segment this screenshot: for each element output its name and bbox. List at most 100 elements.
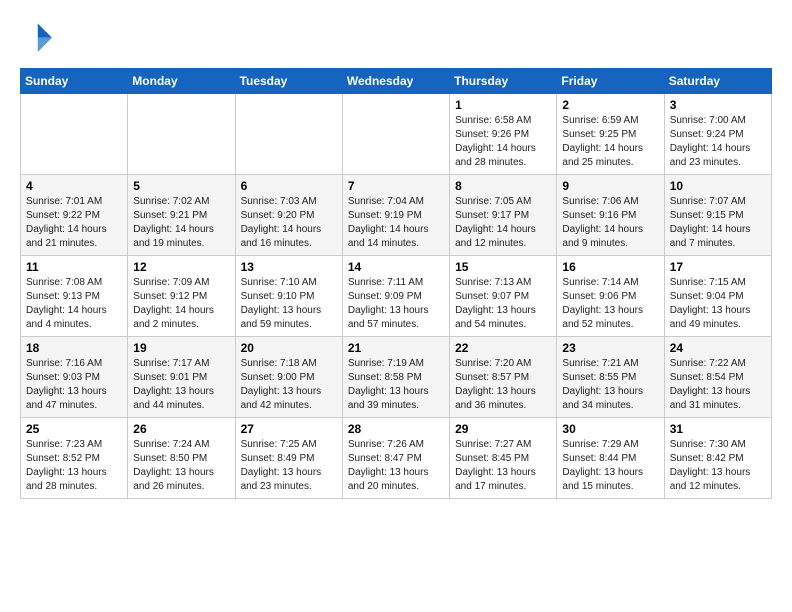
day-number: 29: [455, 422, 551, 436]
week-row-1: 1Sunrise: 6:58 AM Sunset: 9:26 PM Daylig…: [21, 94, 772, 175]
calendar-cell: [21, 94, 128, 175]
day-number: 20: [241, 341, 337, 355]
day-info: Sunrise: 7:10 AM Sunset: 9:10 PM Dayligh…: [241, 276, 337, 332]
day-info: Sunrise: 7:01 AM Sunset: 9:22 PM Dayligh…: [26, 195, 122, 251]
calendar-cell: [128, 94, 235, 175]
calendar-cell: 4Sunrise: 7:01 AM Sunset: 9:22 PM Daylig…: [21, 175, 128, 256]
calendar-cell: 12 Sunrise: 7:09 AM Sunset: 9:12 PM Dayli…: [128, 256, 235, 337]
calendar-body: 1Sunrise: 6:58 AM Sunset: 9:26 PM Daylig…: [21, 94, 772, 499]
page-header: [20, 20, 772, 52]
day-number: 11: [26, 260, 122, 274]
day-number: 7: [348, 179, 444, 193]
calendar-cell: 6Sunrise: 7:03 AM Sunset: 9:20 PM Daylig…: [235, 175, 342, 256]
week-row-5: 25Sunrise: 7:23 AM Sunset: 8:52 PM Dayli…: [21, 418, 772, 499]
calendar-cell: 3Sunrise: 7:00 AM Sunset: 9:24 PM Daylig…: [664, 94, 771, 175]
calendar-cell: 18 Sunrise: 7:16 AM Sunset: 9:03 PM Dayli…: [21, 337, 128, 418]
day-info: Sunrise: 7:27 AM Sunset: 8:45 PM Dayligh…: [455, 438, 551, 494]
day-number: 5: [133, 179, 229, 193]
day-number: 15: [455, 260, 551, 274]
day-info: Sunrise: 7:30 AM Sunset: 8:42 PM Dayligh…: [670, 438, 766, 494]
day-number: 30: [562, 422, 658, 436]
day-info: Sunrise: 7:05 AM Sunset: 9:17 PM Dayligh…: [455, 195, 551, 251]
day-info: Sunrise: 7:16 AM Sunset: 9:03 PM Dayligh…: [26, 357, 122, 413]
calendar-cell: 1Sunrise: 6:58 AM Sunset: 9:26 PM Daylig…: [450, 94, 557, 175]
calendar-cell: 21 Sunrise: 7:19 AM Sunset: 8:58 PM Dayli…: [342, 337, 449, 418]
calendar-header: SundayMondayTuesdayWednesdayThursdayFrid…: [21, 69, 772, 94]
weekday-wednesday: Wednesday: [342, 69, 449, 94]
calendar-cell: 20Sunrise: 7:18 AM Sunset: 9:00 PM Dayli…: [235, 337, 342, 418]
day-info: Sunrise: 7:00 AM Sunset: 9:24 PM Dayligh…: [670, 114, 766, 170]
calendar-cell: 19 Sunrise: 7:17 AM Sunset: 9:01 PM Dayli…: [128, 337, 235, 418]
day-number: 18: [26, 341, 122, 355]
weekday-friday: Friday: [557, 69, 664, 94]
weekday-tuesday: Tuesday: [235, 69, 342, 94]
day-info: Sunrise: 7:06 AM Sunset: 9:16 PM Dayligh…: [562, 195, 658, 251]
day-number: 23: [562, 341, 658, 355]
day-info: Sunrise: 7:21 AM Sunset: 8:55 PM Dayligh…: [562, 357, 658, 413]
day-number: 31: [670, 422, 766, 436]
weekday-header-row: SundayMondayTuesdayWednesdayThursdayFrid…: [21, 69, 772, 94]
day-info: Sunrise: 7:23 AM Sunset: 8:52 PM Dayligh…: [26, 438, 122, 494]
calendar-cell: 22 Sunrise: 7:20 AM Sunset: 8:57 PM Dayli…: [450, 337, 557, 418]
week-row-3: 11 Sunrise: 7:08 AM Sunset: 9:13 PM Dayli…: [21, 256, 772, 337]
week-row-2: 4Sunrise: 7:01 AM Sunset: 9:22 PM Daylig…: [21, 175, 772, 256]
day-number: 21: [348, 341, 444, 355]
day-number: 12: [133, 260, 229, 274]
calendar-cell: 23 Sunrise: 7:21 AM Sunset: 8:55 PM Dayli…: [557, 337, 664, 418]
logo-icon: [20, 20, 52, 52]
day-number: 22: [455, 341, 551, 355]
calendar-cell: 26 Sunrise: 7:24 AM Sunset: 8:50 PM Dayli…: [128, 418, 235, 499]
weekday-thursday: Thursday: [450, 69, 557, 94]
day-info: Sunrise: 7:11 AM Sunset: 9:09 PM Dayligh…: [348, 276, 444, 332]
day-number: 2: [562, 98, 658, 112]
calendar-table: SundayMondayTuesdayWednesdayThursdayFrid…: [20, 68, 772, 499]
day-info: Sunrise: 7:04 AM Sunset: 9:19 PM Dayligh…: [348, 195, 444, 251]
day-info: Sunrise: 7:08 AM Sunset: 9:13 PM Dayligh…: [26, 276, 122, 332]
day-number: 27: [241, 422, 337, 436]
day-info: Sunrise: 7:02 AM Sunset: 9:21 PM Dayligh…: [133, 195, 229, 251]
day-info: Sunrise: 7:14 AM Sunset: 9:06 PM Dayligh…: [562, 276, 658, 332]
day-info: Sunrise: 7:26 AM Sunset: 8:47 PM Dayligh…: [348, 438, 444, 494]
day-info: Sunrise: 7:03 AM Sunset: 9:20 PM Dayligh…: [241, 195, 337, 251]
calendar-cell: 11 Sunrise: 7:08 AM Sunset: 9:13 PM Dayli…: [21, 256, 128, 337]
calendar-cell: 5 Sunrise: 7:02 AM Sunset: 9:21 PM Daylig…: [128, 175, 235, 256]
calendar-cell: 9 Sunrise: 7:06 AM Sunset: 9:16 PM Daylig…: [557, 175, 664, 256]
day-number: 10: [670, 179, 766, 193]
calendar-cell: 15Sunrise: 7:13 AM Sunset: 9:07 PM Dayli…: [450, 256, 557, 337]
day-number: 17: [670, 260, 766, 274]
calendar-cell: 17Sunrise: 7:15 AM Sunset: 9:04 PM Dayli…: [664, 256, 771, 337]
calendar-cell: [235, 94, 342, 175]
calendar-cell: 16Sunrise: 7:14 AM Sunset: 9:06 PM Dayli…: [557, 256, 664, 337]
day-info: Sunrise: 7:20 AM Sunset: 8:57 PM Dayligh…: [455, 357, 551, 413]
calendar-cell: [342, 94, 449, 175]
calendar-cell: 14 Sunrise: 7:11 AM Sunset: 9:09 PM Dayli…: [342, 256, 449, 337]
calendar-cell: 8 Sunrise: 7:05 AM Sunset: 9:17 PM Daylig…: [450, 175, 557, 256]
weekday-monday: Monday: [128, 69, 235, 94]
day-number: 28: [348, 422, 444, 436]
calendar-cell: 2 Sunrise: 6:59 AM Sunset: 9:25 PM Daylig…: [557, 94, 664, 175]
calendar-cell: 10 Sunrise: 7:07 AM Sunset: 9:15 PM Dayli…: [664, 175, 771, 256]
day-number: 8: [455, 179, 551, 193]
day-info: Sunrise: 7:09 AM Sunset: 9:12 PM Dayligh…: [133, 276, 229, 332]
calendar-cell: 13 Sunrise: 7:10 AM Sunset: 9:10 PM Dayli…: [235, 256, 342, 337]
calendar-cell: 30 Sunrise: 7:29 AM Sunset: 8:44 PM Dayli…: [557, 418, 664, 499]
day-number: 1: [455, 98, 551, 112]
day-info: Sunrise: 7:07 AM Sunset: 9:15 PM Dayligh…: [670, 195, 766, 251]
day-info: Sunrise: 7:25 AM Sunset: 8:49 PM Dayligh…: [241, 438, 337, 494]
day-info: Sunrise: 7:19 AM Sunset: 8:58 PM Dayligh…: [348, 357, 444, 413]
day-number: 19: [133, 341, 229, 355]
weekday-sunday: Sunday: [21, 69, 128, 94]
day-number: 9: [562, 179, 658, 193]
day-info: Sunrise: 7:29 AM Sunset: 8:44 PM Dayligh…: [562, 438, 658, 494]
day-info: Sunrise: 7:17 AM Sunset: 9:01 PM Dayligh…: [133, 357, 229, 413]
calendar-cell: 29 Sunrise: 7:27 AM Sunset: 8:45 PM Dayli…: [450, 418, 557, 499]
day-number: 14: [348, 260, 444, 274]
day-info: Sunrise: 6:59 AM Sunset: 9:25 PM Dayligh…: [562, 114, 658, 170]
day-number: 24: [670, 341, 766, 355]
day-number: 26: [133, 422, 229, 436]
week-row-4: 18 Sunrise: 7:16 AM Sunset: 9:03 PM Dayli…: [21, 337, 772, 418]
day-number: 13: [241, 260, 337, 274]
logo: [20, 20, 56, 52]
calendar-cell: 7 Sunrise: 7:04 AM Sunset: 9:19 PM Daylig…: [342, 175, 449, 256]
day-info: Sunrise: 7:24 AM Sunset: 8:50 PM Dayligh…: [133, 438, 229, 494]
